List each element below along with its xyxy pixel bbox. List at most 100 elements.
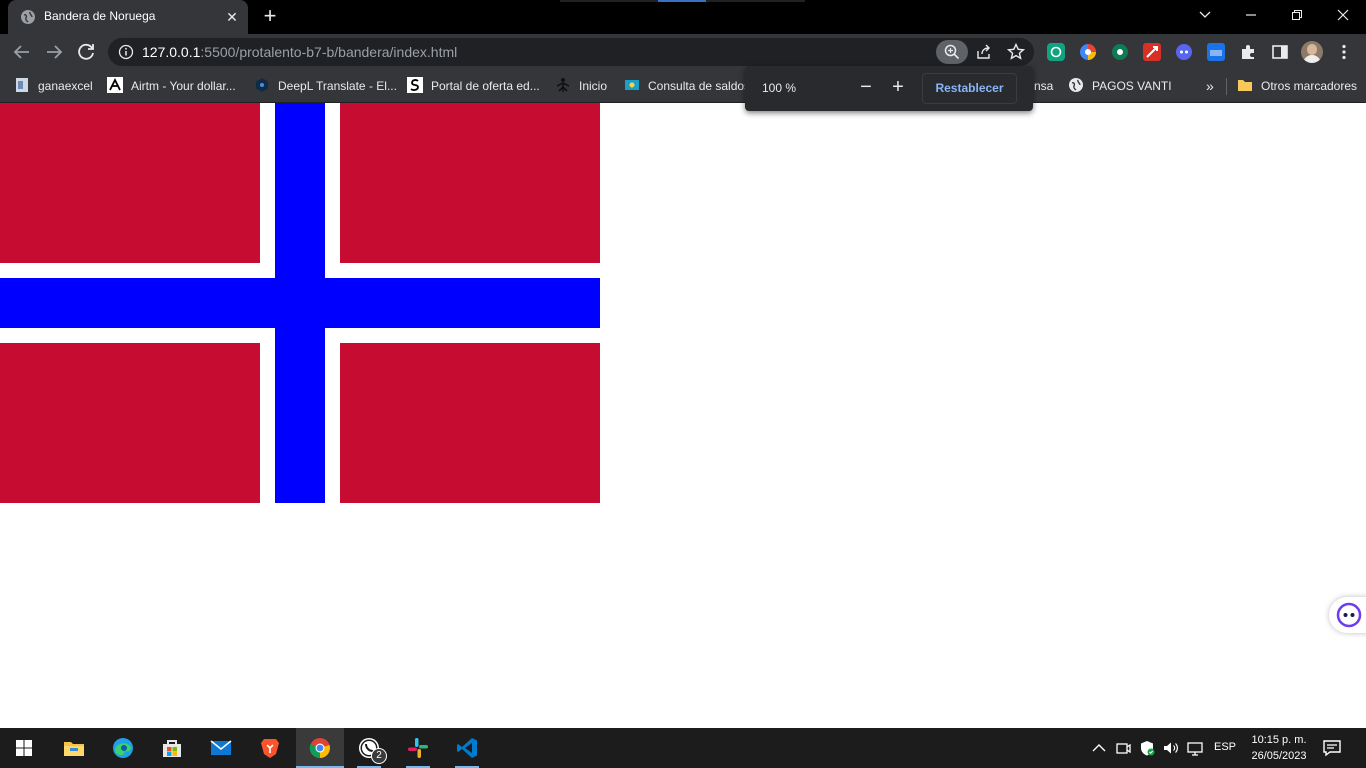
red-extension-icon[interactable] — [1143, 43, 1161, 61]
browser-toolbar: 127.0.0.1:5500/protalento-b7-b/bandera/i… — [0, 34, 1366, 70]
bookmark-deepl[interactable]: DeepL Translate - El... — [254, 76, 397, 96]
bookmarks-bar: ganaexcel Airtm - Your dollar... DeepL T… — [0, 70, 1366, 103]
page-content — [0, 103, 1366, 728]
globe-icon — [21, 10, 35, 24]
tab-strip: Bandera de Noruega ✕ + — [0, 0, 1366, 34]
chatgpt-extension-icon[interactable] — [1047, 43, 1065, 61]
flag-red-bottom-right — [340, 343, 600, 503]
bot-extension-icon[interactable] — [1175, 43, 1193, 61]
windows-taskbar: 2 ESP 10:15 p. m. 26/05/2023 — [0, 728, 1366, 768]
bookmark-portal[interactable]: Portal de oferta ed... — [407, 76, 540, 96]
minimize-button[interactable] — [1228, 0, 1274, 30]
tray-clock[interactable]: 10:15 p. m. 26/05/2023 — [1244, 732, 1314, 764]
tray-chevron-up-icon[interactable] — [1090, 739, 1108, 757]
bookmark-pagos-vanti[interactable]: PAGOS VANTI — [1068, 76, 1172, 96]
tab-active[interactable]: Bandera de Noruega ✕ — [8, 0, 248, 34]
slack-icon — [408, 738, 428, 758]
bookmark-label: PAGOS VANTI — [1092, 79, 1172, 93]
bookmark-label: DeepL Translate - El... — [278, 79, 397, 93]
back-icon[interactable] — [8, 38, 36, 66]
tab-search-icon[interactable] — [1182, 0, 1228, 30]
bookmarks-overflow-button[interactable]: » — [1206, 76, 1214, 96]
restore-button[interactable] — [1274, 0, 1320, 30]
taskbar-file-explorer[interactable] — [50, 728, 98, 768]
zoom-out-button[interactable]: − — [855, 77, 877, 99]
url-path: :5500/protalento-b7-b/bandera/index.html — [200, 44, 458, 60]
flag-red-bottom-left — [0, 343, 260, 503]
site-info-icon[interactable] — [118, 44, 134, 60]
bookmark-star-icon[interactable] — [1006, 42, 1026, 62]
start-button[interactable] — [0, 728, 48, 768]
bookmark-partial[interactable]: nsa — [1034, 76, 1053, 96]
globe-icon — [1069, 78, 1083, 92]
taskbar-chrome[interactable] — [296, 728, 344, 768]
clock-time: 10:15 p. m. — [1251, 734, 1307, 746]
tab-title: Bandera de Noruega — [44, 9, 156, 23]
bookmark-consulta-saldos[interactable]: Consulta de saldos — [624, 76, 750, 96]
close-window-button[interactable] — [1320, 0, 1366, 30]
taskbar-brave[interactable] — [246, 728, 294, 768]
forward-icon[interactable] — [40, 38, 68, 66]
bookmark-inicio[interactable]: Inicio — [555, 76, 607, 96]
saldos-icon — [625, 80, 639, 90]
vscode-icon — [457, 738, 477, 758]
flag-red-top-left — [0, 103, 260, 263]
whatsapp-badge: 2 — [371, 748, 387, 764]
green-extension-icon[interactable] — [1111, 43, 1129, 61]
bookmarks-divider — [1226, 78, 1227, 95]
portal-icon — [407, 77, 423, 93]
airtm-icon — [107, 77, 123, 93]
sena-icon — [556, 78, 570, 92]
other-bookmarks-label: Otros marcadores — [1261, 79, 1358, 93]
menu-kebab-icon[interactable] — [1335, 43, 1353, 61]
bookmarks-overflow-label: » — [1206, 78, 1214, 94]
zoom-indicator-button[interactable] — [936, 40, 968, 64]
zoom-icon — [944, 44, 960, 60]
deepl-icon — [256, 78, 268, 92]
taskbar-slack[interactable] — [394, 728, 442, 768]
assistant-bubble[interactable] — [1329, 597, 1366, 633]
taskbar-mail[interactable] — [197, 728, 245, 768]
reload-icon[interactable] — [72, 38, 100, 66]
bookmark-airtm[interactable]: Airtm - Your dollar... — [107, 76, 236, 96]
taskbar-store[interactable] — [148, 728, 196, 768]
bookmark-label: Consulta de saldos — [648, 79, 751, 93]
zoom-popup: 100 % − + Restablecer — [745, 66, 1033, 111]
tray-network-icon[interactable] — [1186, 739, 1204, 757]
blue-extension-icon[interactable] — [1207, 43, 1225, 61]
assistant-face-icon — [1336, 602, 1362, 628]
zoom-reset-button[interactable]: Restablecer — [922, 73, 1017, 104]
taskbar-vscode[interactable] — [443, 728, 491, 768]
bookmark-ganaexcel[interactable]: ganaexcel — [14, 76, 93, 96]
top-accent-highlight — [658, 0, 706, 2]
zoom-level: 100 % — [762, 81, 797, 95]
url-text[interactable]: 127.0.0.1:5500/protalento-b7-b/bandera/i… — [142, 44, 457, 60]
colorful-extension-icon[interactable] — [1079, 43, 1097, 61]
zoom-in-button[interactable]: + — [887, 77, 909, 99]
folder-icon — [1238, 80, 1252, 91]
tray-security-icon[interactable] — [1138, 739, 1156, 757]
side-panel-icon[interactable] — [1271, 43, 1289, 61]
bookmark-label: Airtm - Your dollar... — [131, 79, 236, 93]
document-icon — [16, 78, 28, 92]
new-tab-button[interactable]: + — [258, 5, 282, 29]
url-host: 127.0.0.1 — [142, 44, 201, 60]
tray-volume-icon[interactable] — [1162, 739, 1180, 757]
notification-center-icon[interactable] — [1322, 738, 1342, 758]
clock-date: 26/05/2023 — [1251, 750, 1307, 762]
tab-close-icon[interactable]: ✕ — [222, 7, 242, 27]
extensions-puzzle-icon[interactable] — [1239, 43, 1257, 61]
share-icon[interactable] — [974, 42, 994, 62]
store-icon — [163, 740, 181, 757]
taskbar-whatsapp[interactable]: 2 — [345, 728, 393, 768]
tray-language[interactable]: ESP — [1214, 741, 1236, 753]
address-bar[interactable]: 127.0.0.1:5500/protalento-b7-b/bandera/i… — [108, 38, 1034, 66]
flag-red-top-right — [340, 103, 600, 263]
tray-camera-icon[interactable] — [1114, 739, 1132, 757]
profile-avatar[interactable] — [1301, 41, 1323, 63]
taskbar-edge[interactable] — [99, 728, 147, 768]
windows-icon — [16, 740, 32, 756]
other-bookmarks-folder[interactable]: Otros marcadores — [1237, 76, 1357, 96]
chrome-icon — [309, 738, 330, 759]
bookmark-label: ganaexcel — [38, 79, 93, 93]
